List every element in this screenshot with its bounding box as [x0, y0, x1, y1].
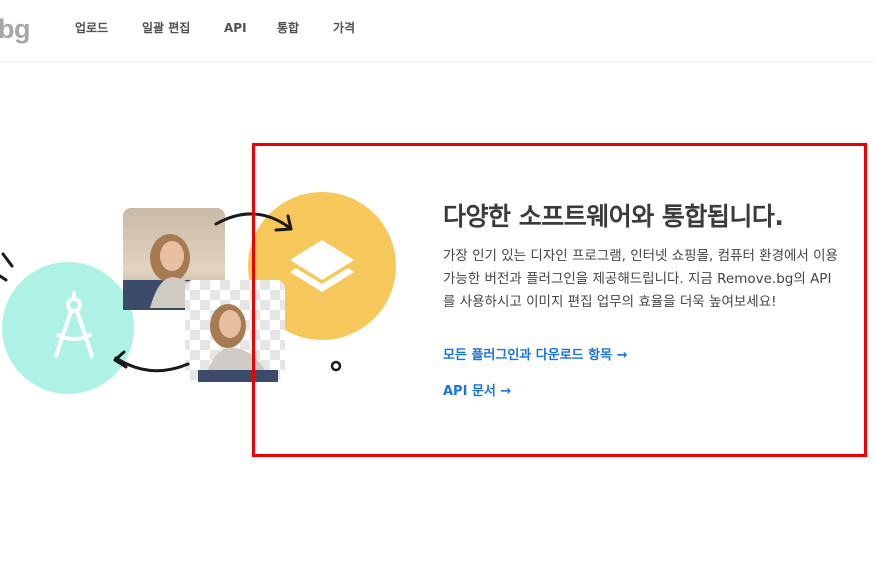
- decorative-dot: [330, 360, 342, 372]
- top-navigation: bg 업로드 일괄 편집 API 통합 가격: [0, 0, 875, 62]
- design-tool-circle: [2, 262, 134, 394]
- description-line: 를 사용하시고 이미지 편집 업무의 효율을 더욱 높여보세요!: [443, 294, 777, 310]
- nav-link-integrations[interactable]: 통합: [277, 20, 299, 36]
- nav-link-api[interactable]: API: [224, 20, 247, 36]
- section-description: 가장 인기 있는 디자인 프로그램, 인터넷 쇼핑몰, 컴퓨터 환경에서 이용 …: [443, 245, 858, 314]
- description-line: 가능한 버전과 플러그인을 제공해드립니다. 지금 Remove.bg의 API: [443, 271, 832, 287]
- cutout-photo: [185, 280, 285, 382]
- integration-illustration: [0, 180, 420, 420]
- nav-link-pricing[interactable]: 가격: [333, 20, 355, 36]
- plugins-link[interactable]: 모든 플러그인과 다운로드 항목 →: [443, 344, 627, 363]
- api-docs-link[interactable]: API 문서 →: [443, 380, 511, 399]
- nav-link-upload[interactable]: 업로드: [75, 20, 108, 36]
- logo[interactable]: bg: [0, 14, 31, 45]
- nav-link-bulk-edit[interactable]: 일괄 편집: [142, 20, 190, 36]
- section-title: 다양한 소프트웨어와 통합됩니다.: [443, 202, 784, 231]
- decorative-ticks: [0, 252, 14, 282]
- description-line: 가장 인기 있는 디자인 프로그램, 인터넷 쇼핑몰, 컴퓨터 환경에서 이용: [443, 248, 838, 264]
- illustration-graphic: [0, 192, 396, 394]
